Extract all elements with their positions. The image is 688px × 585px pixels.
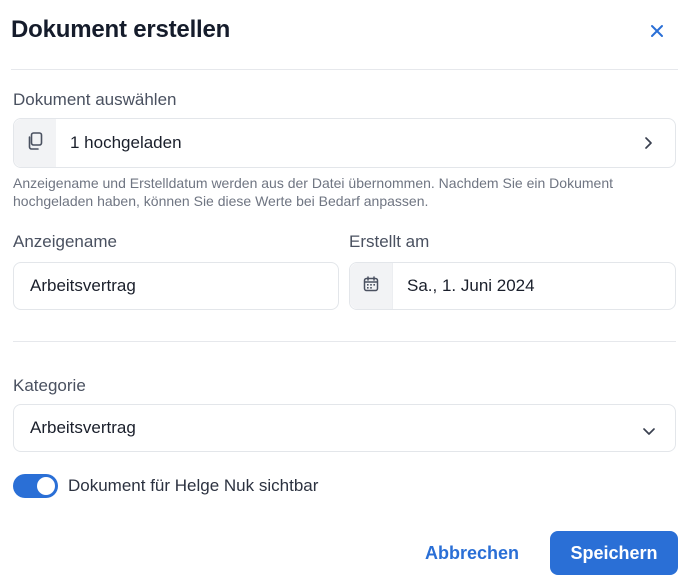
copy-icon (27, 131, 43, 155)
header-divider (11, 69, 678, 70)
upload-hint: Anzeigename und Erstelldatum werden aus … (13, 175, 613, 209)
save-button[interactable]: Speichern (550, 531, 678, 575)
category-value: Arbeitsvertrag (30, 418, 136, 437)
created-at-value: Sa., 1. Juni 2024 (407, 276, 535, 295)
created-at-date-picker[interactable]: Sa., 1. Juni 2024 (349, 262, 676, 310)
close-icon (650, 24, 664, 43)
document-select-field[interactable]: 1 hochgeladen (13, 118, 676, 168)
display-name-label: Anzeigename (13, 232, 117, 251)
calendar-icon (363, 275, 379, 297)
display-name-value: Arbeitsvertrag (30, 276, 136, 295)
visibility-toggle[interactable] (13, 474, 58, 498)
section-divider (13, 341, 676, 342)
create-document-dialog: Dokument erstellen Dokument auswählen 1 … (0, 0, 688, 585)
chevron-down-icon (642, 423, 656, 441)
visibility-label: Dokument für Helge Nuk sichtbar (68, 476, 319, 495)
document-select-label: Dokument auswählen (13, 90, 177, 109)
display-name-input[interactable]: Arbeitsvertrag (13, 262, 339, 310)
category-label: Kategorie (13, 376, 86, 395)
document-select-value: 1 hochgeladen (70, 133, 182, 152)
toggle-knob (37, 477, 55, 495)
close-button[interactable] (644, 20, 670, 46)
document-select-icon-box (14, 119, 56, 167)
created-at-icon-box (350, 263, 393, 309)
category-select[interactable]: Arbeitsvertrag (13, 404, 676, 452)
cancel-button[interactable]: Abbrechen (414, 531, 530, 575)
created-at-label: Erstellt am (349, 232, 430, 251)
chevron-right-icon (644, 136, 653, 155)
dialog-title: Dokument erstellen (11, 16, 231, 43)
